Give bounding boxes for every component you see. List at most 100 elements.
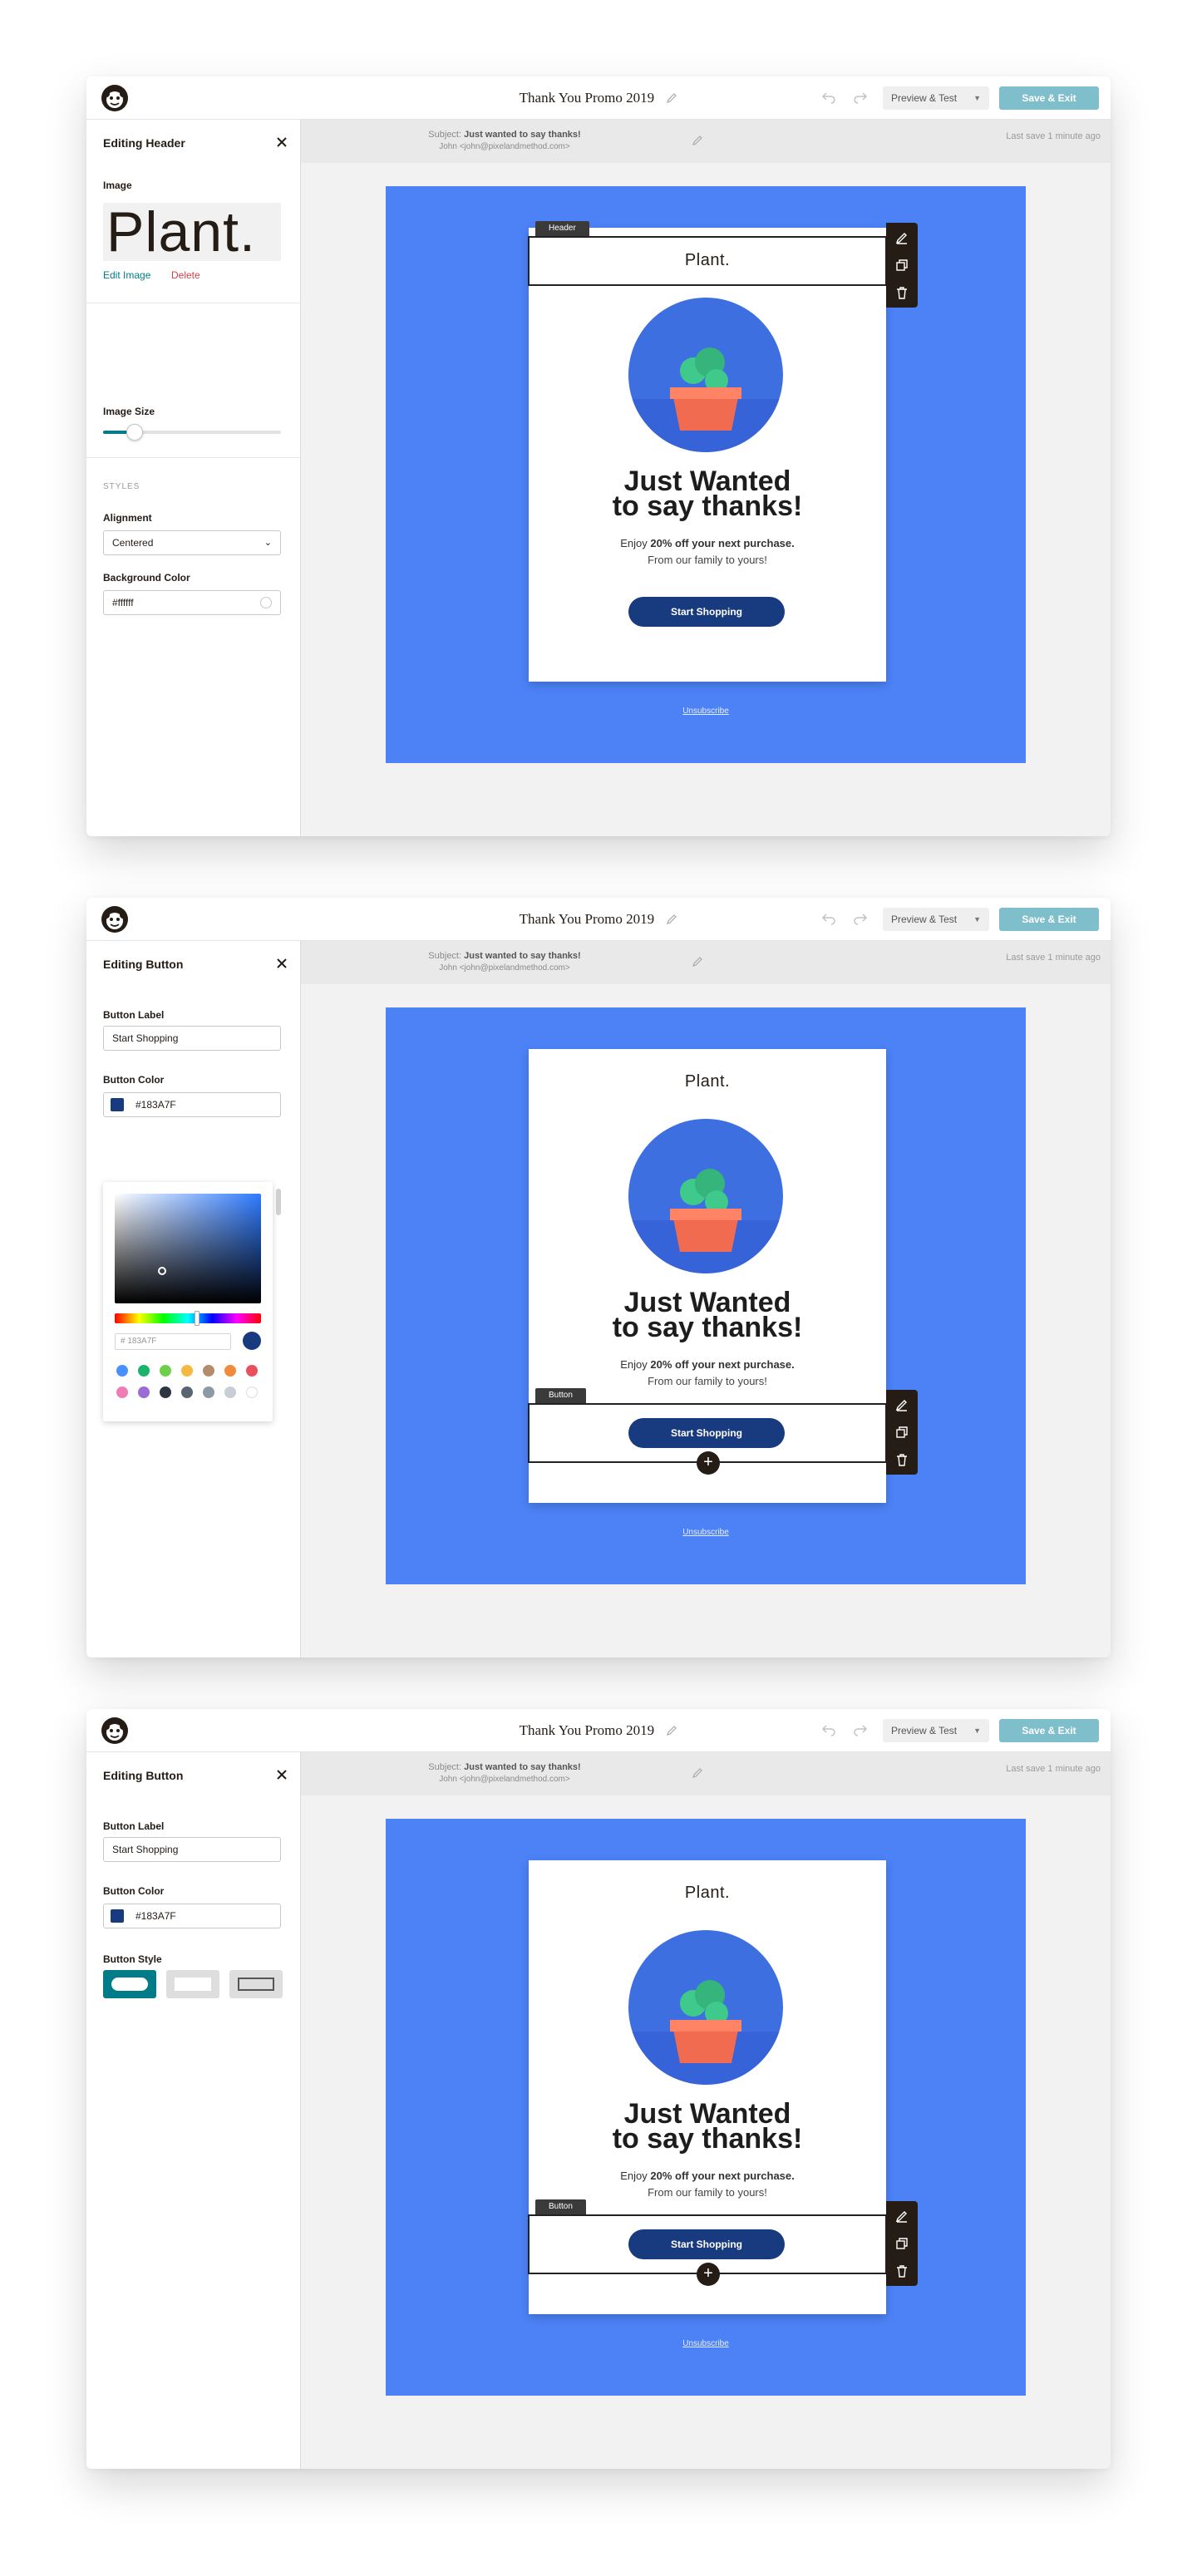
undo-icon[interactable] bbox=[821, 1723, 836, 1736]
start-shopping-button[interactable]: Start Shopping bbox=[628, 1418, 785, 1448]
duplicate-icon[interactable] bbox=[895, 259, 909, 272]
subject-text: Just wanted to say thanks! bbox=[464, 951, 581, 961]
headline[interactable]: Just Wanted to say thanks! bbox=[529, 2100, 886, 2153]
preset-swatch[interactable] bbox=[203, 1387, 214, 1398]
preset-swatch[interactable] bbox=[160, 1387, 171, 1398]
unsubscribe-link[interactable]: Unsubscribe bbox=[386, 707, 1026, 716]
redo-icon[interactable] bbox=[853, 1723, 868, 1736]
button-style-outline[interactable] bbox=[229, 1970, 283, 1998]
email-card: Plant. Just Wanted to say thanks! Enjoy … bbox=[528, 1860, 918, 2314]
alignment-select[interactable]: Centered ⌄ bbox=[103, 530, 281, 555]
campaign-title-text: Thank You Promo 2019 bbox=[519, 1722, 655, 1738]
pencil-icon[interactable] bbox=[666, 914, 677, 925]
preview-test-button[interactable]: Preview & Test ▼ bbox=[883, 1719, 989, 1742]
undo-icon[interactable] bbox=[821, 91, 836, 104]
subject-line[interactable]: Subject: Just wanted to say thanks! bbox=[301, 130, 708, 140]
button-style-square[interactable] bbox=[166, 1970, 219, 1998]
color-swatch[interactable] bbox=[111, 1909, 124, 1923]
duplicate-icon[interactable] bbox=[895, 1426, 909, 1439]
headline[interactable]: Just Wanted to say thanks! bbox=[529, 467, 886, 520]
button-color-field[interactable]: #183A7F bbox=[103, 1904, 281, 1928]
redo-icon[interactable] bbox=[853, 912, 868, 925]
subject-line[interactable]: Subject: Just wanted to say thanks! bbox=[301, 951, 708, 961]
cactus-hero-image[interactable] bbox=[628, 298, 783, 452]
preset-swatch[interactable] bbox=[246, 1387, 258, 1398]
preset-swatch[interactable] bbox=[181, 1387, 193, 1398]
unsubscribe-link[interactable]: Unsubscribe bbox=[386, 1528, 1026, 1537]
button-color-field[interactable]: #183A7F bbox=[103, 1092, 281, 1117]
color-swatch-circle[interactable] bbox=[260, 597, 272, 608]
offer-text[interactable]: Enjoy 20% off your next purchase. bbox=[529, 2170, 886, 2182]
edit-icon[interactable] bbox=[895, 1398, 909, 1411]
redo-icon[interactable] bbox=[853, 91, 868, 104]
preset-swatch[interactable] bbox=[246, 1365, 258, 1377]
undo-icon[interactable] bbox=[821, 912, 836, 925]
duplicate-icon[interactable] bbox=[895, 2237, 909, 2250]
header-brand[interactable]: Plant. bbox=[529, 1884, 886, 1903]
family-text[interactable]: From our family to yours! bbox=[529, 554, 886, 566]
plus-icon[interactable]: + bbox=[697, 1451, 720, 1475]
start-shopping-button[interactable]: Start Shopping bbox=[628, 597, 785, 627]
pencil-icon[interactable] bbox=[666, 1725, 677, 1736]
block-toolbar bbox=[886, 223, 918, 308]
preset-swatch[interactable] bbox=[181, 1365, 193, 1377]
hex-input[interactable]: # 183A7F bbox=[115, 1333, 231, 1350]
edit-image-link[interactable]: Edit Image bbox=[103, 269, 150, 281]
from-line: John <john@pixelandmethod.com> bbox=[439, 1775, 570, 1784]
close-icon[interactable] bbox=[276, 136, 288, 148]
pencil-icon[interactable] bbox=[692, 135, 703, 146]
cactus-hero-image[interactable] bbox=[628, 1119, 783, 1273]
saturation-value-area[interactable] bbox=[115, 1194, 261, 1303]
trash-icon[interactable] bbox=[895, 286, 909, 299]
pencil-icon[interactable] bbox=[692, 956, 703, 968]
pencil-icon[interactable] bbox=[692, 1767, 703, 1779]
unsubscribe-link[interactable]: Unsubscribe bbox=[386, 2339, 1026, 2348]
preset-swatch[interactable] bbox=[203, 1365, 214, 1377]
trash-icon[interactable] bbox=[895, 2264, 909, 2278]
preset-swatch[interactable] bbox=[224, 1387, 236, 1398]
preview-test-button[interactable]: Preview & Test ▼ bbox=[883, 908, 989, 931]
preset-swatch[interactable] bbox=[138, 1365, 150, 1377]
cactus-hero-image[interactable] bbox=[628, 1930, 783, 2085]
image-preview[interactable]: Plant. bbox=[103, 203, 281, 261]
plus-icon[interactable]: + bbox=[697, 2263, 720, 2286]
preset-swatch[interactable] bbox=[224, 1365, 236, 1377]
slider-handle[interactable] bbox=[126, 424, 143, 441]
edit-icon[interactable] bbox=[895, 2209, 909, 2223]
button-color-label: Button Color bbox=[103, 1074, 165, 1086]
background-color-field[interactable]: #ffffff bbox=[103, 590, 281, 615]
header-brand[interactable]: Plant. bbox=[529, 1072, 886, 1091]
offer-text[interactable]: Enjoy 20% off your next purchase. bbox=[529, 1358, 886, 1371]
family-text[interactable]: From our family to yours! bbox=[529, 2186, 886, 2199]
edit-icon[interactable] bbox=[895, 231, 909, 244]
preview-test-button[interactable]: Preview & Test ▼ bbox=[883, 86, 989, 110]
headline[interactable]: Just Wanted to say thanks! bbox=[529, 1288, 886, 1342]
scrollbar[interactable] bbox=[276, 1189, 281, 1215]
styles-heading: STYLES bbox=[103, 482, 140, 491]
color-cursor[interactable] bbox=[158, 1267, 166, 1275]
save-exit-button[interactable]: Save & Exit bbox=[999, 1719, 1099, 1742]
color-swatch[interactable] bbox=[111, 1098, 124, 1111]
image-size-slider[interactable] bbox=[103, 424, 281, 441]
button-label-input[interactable]: Start Shopping bbox=[103, 1026, 281, 1051]
button-label-input[interactable]: Start Shopping bbox=[103, 1837, 281, 1862]
pencil-icon[interactable] bbox=[666, 92, 677, 104]
save-exit-button[interactable]: Save & Exit bbox=[999, 86, 1099, 110]
start-shopping-button[interactable]: Start Shopping bbox=[628, 2229, 785, 2259]
button-style-rounded[interactable] bbox=[103, 1970, 156, 1998]
save-exit-button[interactable]: Save & Exit bbox=[999, 908, 1099, 931]
subject-line[interactable]: Subject: Just wanted to say thanks! bbox=[301, 1762, 708, 1772]
close-icon[interactable] bbox=[276, 1769, 288, 1781]
offer-text[interactable]: Enjoy 20% off your next purchase. bbox=[529, 537, 886, 549]
preset-swatch[interactable] bbox=[116, 1365, 128, 1377]
preset-swatch[interactable] bbox=[138, 1387, 150, 1398]
family-text[interactable]: From our family to yours! bbox=[529, 1375, 886, 1387]
hue-handle[interactable] bbox=[195, 1311, 200, 1326]
preset-swatch[interactable] bbox=[116, 1387, 128, 1398]
delete-image-link[interactable]: Delete bbox=[171, 269, 200, 281]
preset-swatch[interactable] bbox=[160, 1365, 171, 1377]
trash-icon[interactable] bbox=[895, 1453, 909, 1466]
close-icon[interactable] bbox=[276, 958, 288, 969]
hue-slider[interactable] bbox=[115, 1311, 261, 1326]
header-selection-outline[interactable] bbox=[528, 236, 887, 286]
